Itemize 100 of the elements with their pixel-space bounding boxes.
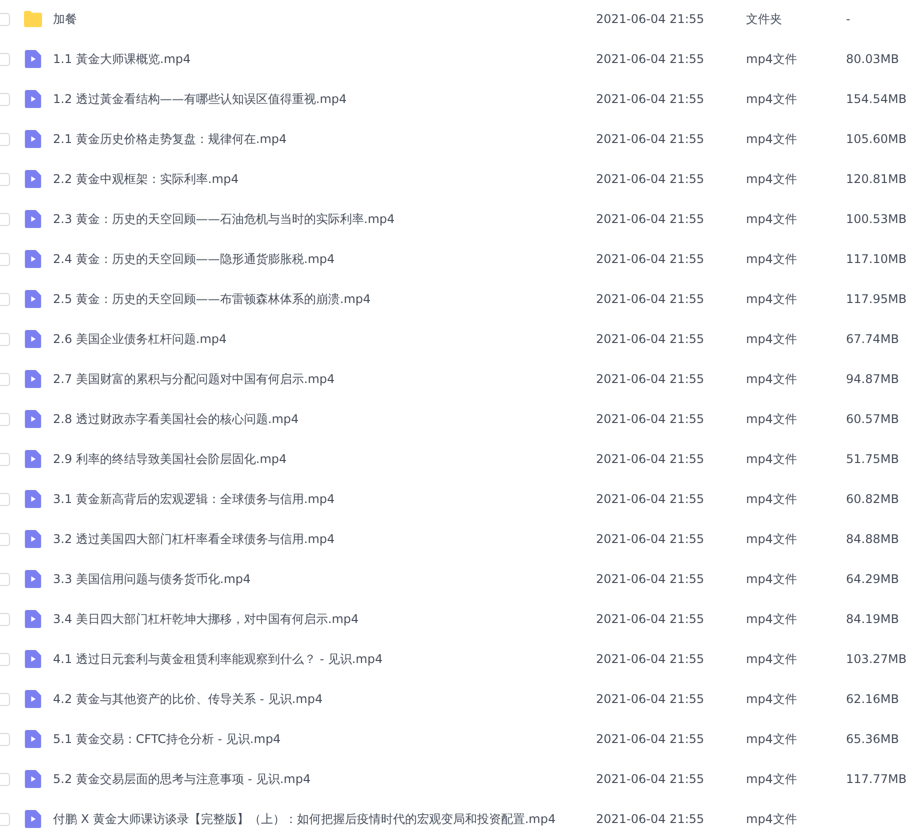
file-size: 120.81MB (846, 172, 907, 186)
file-type: 文件夹 (746, 10, 782, 28)
row-checkbox[interactable] (0, 532, 10, 546)
file-name[interactable]: 2.7 美国财富的累积与分配问题对中国有何启示.mp4 (53, 370, 596, 388)
modified-date: 2021-06-04 21:55 (596, 52, 704, 66)
row-checkbox[interactable] (0, 132, 10, 146)
file-type: mp4文件 (746, 170, 797, 188)
row-checkbox[interactable] (0, 212, 10, 226)
modified-date: 2021-06-04 21:55 (596, 812, 704, 826)
file-size: 117.10MB (846, 252, 907, 266)
file-type: mp4文件 (746, 810, 797, 828)
row-checkbox[interactable] (0, 652, 10, 666)
file-name[interactable]: 加餐 (53, 10, 596, 28)
video-file-icon (24, 610, 42, 628)
row-checkbox[interactable] (0, 452, 10, 466)
file-name[interactable]: 2.3 黄金：历史的天空回顾——石油危机与当时的实际利率.mp4 (53, 210, 596, 228)
modified-date: 2021-06-04 21:55 (596, 12, 704, 26)
file-size: 154.54MB (846, 92, 907, 106)
folder-icon (24, 10, 42, 28)
file-name[interactable]: 3.4 美日四大部门杠杆乾坤大挪移，对中国有何启示.mp4 (53, 610, 596, 628)
file-type: mp4文件 (746, 130, 797, 148)
file-size: 84.88MB (846, 532, 899, 546)
row-checkbox[interactable] (0, 812, 10, 826)
video-file-icon (24, 170, 42, 188)
file-name[interactable]: 4.1 透过日元套利与黄金租赁利率能观察到什么？ - 见识.mp4 (53, 650, 596, 668)
file-type: mp4文件 (746, 210, 797, 228)
file-name[interactable]: 2.9 利率的终结导致美国社会阶层固化.mp4 (53, 450, 596, 468)
row-checkbox[interactable] (0, 332, 10, 346)
row-checkbox[interactable] (0, 372, 10, 386)
file-name[interactable]: 2.4 黄金：历史的天空回顾——隐形通货膨胀税.mp4 (53, 250, 596, 268)
modified-date: 2021-06-04 21:55 (596, 692, 704, 706)
file-name[interactable]: 2.2 黄金中观框架：实际利率.mp4 (53, 170, 596, 188)
modified-date: 2021-06-04 21:55 (596, 572, 704, 586)
video-file-icon (24, 530, 42, 548)
file-type: mp4文件 (746, 50, 797, 68)
row-checkbox[interactable] (0, 692, 10, 706)
modified-date: 2021-06-04 21:55 (596, 412, 704, 426)
file-size: 60.82MB (846, 492, 899, 506)
row-checkbox[interactable] (0, 252, 10, 266)
file-name[interactable]: 2.6 美国企业债务杠杆问题.mp4 (53, 330, 596, 348)
file-type: mp4文件 (746, 450, 797, 468)
file-type: mp4文件 (746, 690, 797, 708)
file-name[interactable]: 2.1 黄金历史价格走势复盘：规律何在.mp4 (53, 130, 596, 148)
modified-date: 2021-06-04 21:55 (596, 92, 704, 106)
file-name[interactable]: 3.3 美国信用问题与债务货币化.mp4 (53, 570, 596, 588)
modified-date: 2021-06-04 21:55 (596, 372, 704, 386)
video-file-icon (24, 50, 42, 68)
row-checkbox[interactable] (0, 732, 10, 746)
row-checkbox[interactable] (0, 572, 10, 586)
video-file-icon (24, 370, 42, 388)
file-size: 84.19MB (846, 612, 899, 626)
row-checkbox[interactable] (0, 172, 10, 186)
file-type: mp4文件 (746, 650, 797, 668)
file-type: mp4文件 (746, 570, 797, 588)
file-size: 80.03MB (846, 52, 899, 66)
row-checkbox[interactable] (0, 772, 10, 786)
file-size: 103.27MB (846, 652, 907, 666)
file-size: 117.95MB (846, 292, 907, 306)
file-size: - (846, 12, 850, 26)
row-checkbox[interactable] (0, 412, 10, 426)
modified-date: 2021-06-04 21:55 (596, 492, 704, 506)
row-checkbox[interactable] (0, 12, 10, 26)
file-size: 67.74MB (846, 332, 899, 346)
file-name[interactable]: 2.8 透过财政赤字看美国社会的核心问题.mp4 (53, 410, 596, 428)
file-size: 62.16MB (846, 692, 899, 706)
file-size: 64.29MB (846, 572, 899, 586)
modified-date: 2021-06-04 21:55 (596, 252, 704, 266)
video-file-icon (24, 690, 42, 708)
row-checkbox[interactable] (0, 612, 10, 626)
row-checkbox[interactable] (0, 292, 10, 306)
file-size: 51.75MB (846, 452, 899, 466)
file-name[interactable]: 3.2 透过美国四大部门杠杆率看全球债务与信用.mp4 (53, 530, 596, 548)
modified-date: 2021-06-04 21:55 (596, 732, 704, 746)
video-file-icon (24, 490, 42, 508)
file-size: 105.60MB (846, 132, 907, 146)
modified-date: 2021-06-04 21:55 (596, 132, 704, 146)
file-name[interactable]: 2.5 黄金：历史的天空回顾——布雷顿森林体系的崩溃.mp4 (53, 290, 596, 308)
video-file-icon (24, 330, 42, 348)
modified-date: 2021-06-04 21:55 (596, 452, 704, 466)
file-name[interactable]: 付鹏 X 黄金大师课访谈录【完整版】（上）：如何把握后疫情时代的宏观变局和投资配置.mp4 (53, 810, 596, 828)
file-name[interactable]: 4.2 黄金与其他资产的比价、传导关系 - 见识.mp4 (53, 690, 596, 708)
file-type: mp4文件 (746, 490, 797, 508)
file-size: 60.57MB (846, 412, 899, 426)
row-checkbox[interactable] (0, 92, 10, 106)
file-type: mp4文件 (746, 370, 797, 388)
file-type: mp4文件 (746, 410, 797, 428)
video-file-icon (24, 250, 42, 268)
file-name[interactable]: 1.2 透过黃金看结构——有哪些认知误区值得重视.mp4 (53, 90, 596, 108)
video-file-icon (24, 130, 42, 148)
video-file-icon (24, 770, 42, 788)
file-name[interactable]: 5.2 黄金交易层面的思考与注意事项 - 见识.mp4 (53, 770, 596, 788)
file-name[interactable]: 3.1 黄金新高背后的宏观逻辑：全球债务与信用.mp4 (53, 490, 596, 508)
row-checkbox[interactable] (0, 492, 10, 506)
file-type: mp4文件 (746, 250, 797, 268)
file-type: mp4文件 (746, 530, 797, 548)
file-name[interactable]: 1.1 黃金大师课概览.mp4 (53, 50, 596, 68)
video-file-icon (24, 210, 42, 228)
row-checkbox[interactable] (0, 52, 10, 66)
video-file-icon (24, 410, 42, 428)
file-name[interactable]: 5.1 黄金交易：CFTC持仓分析 - 见识.mp4 (53, 730, 596, 748)
